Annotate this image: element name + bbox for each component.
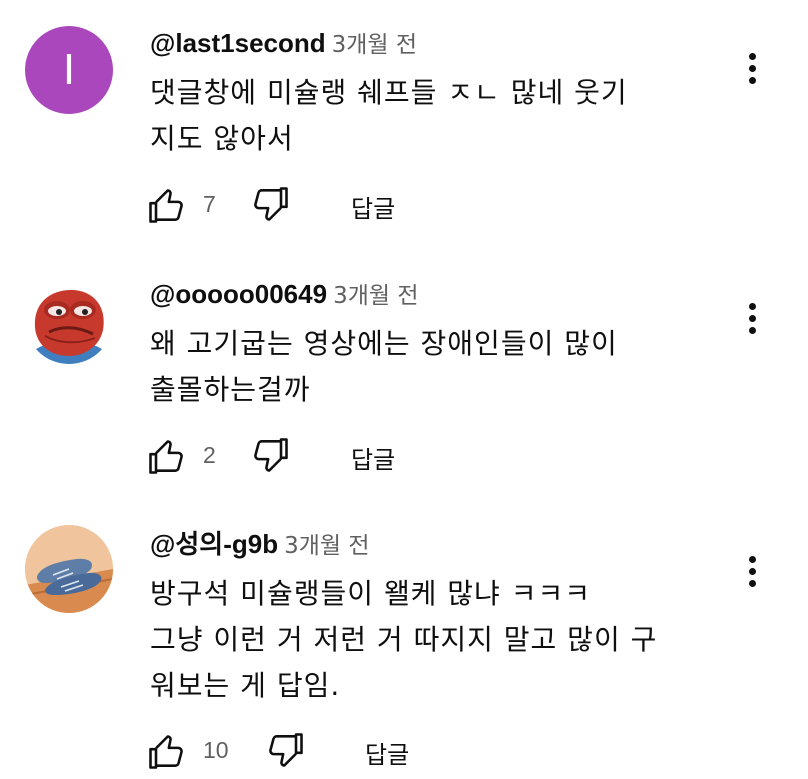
author-name[interactable]: @ooooo00649 xyxy=(150,279,327,309)
more-vert-icon[interactable] xyxy=(738,551,766,591)
like-button[interactable] xyxy=(145,434,189,478)
avatar[interactable]: I xyxy=(25,26,113,114)
comment-line: 출몰하는걸까 xyxy=(150,373,311,406)
comment-text: 댓글창에 미슐랭 쉐프들 ㅈㄴ 많네 웃기 지도 않아서 xyxy=(150,70,628,162)
reply-button[interactable]: 답글 xyxy=(351,440,395,475)
more-vert-icon[interactable] xyxy=(738,48,766,88)
comment-text: 방구석 미슐랭들이 왤케 많냐 ㅋㅋㅋ 그냥 이런 거 저런 거 따지지 말고 … xyxy=(150,571,657,709)
comment-header: @ooooo00649 3개월 전 xyxy=(150,279,419,311)
blue-shoes-icon xyxy=(25,525,113,613)
like-count: 10 xyxy=(203,737,229,763)
timestamp[interactable]: 3개월 전 xyxy=(333,283,418,309)
like-button[interactable] xyxy=(145,183,189,227)
comment-line: 그냥 이런 거 저런 거 따지지 말고 많이 구 xyxy=(150,623,658,656)
comment-line: 방구석 미슐랭들이 왤케 많냐 ㅋㅋㅋ xyxy=(150,577,592,610)
comment-line: 왜 고기굽는 영상에는 장애인들이 많이 xyxy=(150,327,618,360)
comment-actions: 2 답글 xyxy=(145,434,545,478)
more-vert-icon[interactable] xyxy=(738,298,766,338)
avatar-letter: I xyxy=(62,45,76,94)
thumbs-up-icon xyxy=(149,735,183,769)
dislike-button[interactable] xyxy=(248,183,292,227)
comment-header: @last1second 3개월 전 xyxy=(150,28,417,60)
comment-text: 왜 고기굽는 영상에는 장애인들이 많이 출몰하는걸까 xyxy=(150,321,618,413)
thumbs-up-icon xyxy=(149,189,183,223)
avatar[interactable] xyxy=(25,276,113,364)
avatar[interactable] xyxy=(25,525,113,613)
like-button[interactable] xyxy=(145,729,189,773)
comment-line: 댓글창에 미슐랭 쉐프들 ㅈㄴ 많네 웃기 xyxy=(150,76,628,109)
author-name[interactable]: @성의-g9b xyxy=(150,529,278,559)
thumbs-up-icon xyxy=(149,440,183,474)
timestamp[interactable]: 3개월 전 xyxy=(284,533,369,559)
comment-actions: 7 답글 xyxy=(145,183,545,227)
thumbs-down-icon xyxy=(254,187,288,221)
like-count: 7 xyxy=(203,191,216,217)
comment-actions: 10 답글 xyxy=(145,729,545,773)
author-name[interactable]: @last1second xyxy=(150,28,326,58)
timestamp[interactable]: 3개월 전 xyxy=(332,32,417,58)
pepe-frog-icon xyxy=(33,290,105,364)
comment-line: 지도 않아서 xyxy=(150,122,294,155)
like-count: 2 xyxy=(203,442,216,468)
dislike-button[interactable] xyxy=(263,729,307,773)
thumbs-down-icon xyxy=(269,733,303,767)
comment-header: @성의-g9b 3개월 전 xyxy=(150,529,370,561)
dislike-button[interactable] xyxy=(248,434,292,478)
reply-button[interactable]: 답글 xyxy=(351,189,395,224)
thumbs-down-icon xyxy=(254,438,288,472)
comment-line: 워보는 게 답임. xyxy=(150,669,341,702)
reply-button[interactable]: 답글 xyxy=(365,735,409,770)
